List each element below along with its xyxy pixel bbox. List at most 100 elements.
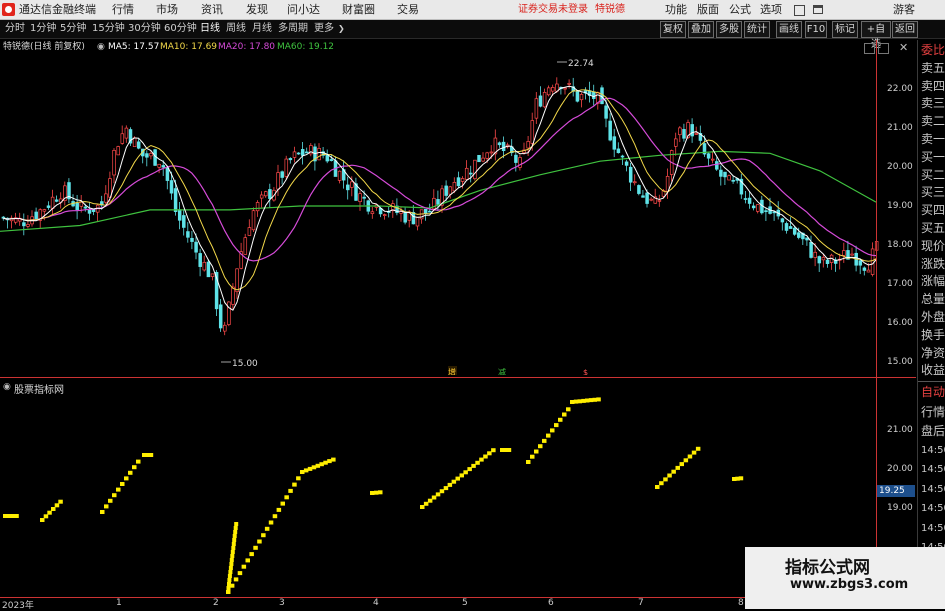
candle-body [75,202,79,211]
tick-time: 14:50 [921,444,945,456]
indicator-bar [292,482,297,487]
menu-jiaoyi[interactable]: 交易 [397,3,419,16]
indicator-bar [663,477,668,482]
candle-body [157,163,161,168]
candle-body [276,172,280,190]
biaoji-button[interactable]: 标记 [832,21,858,38]
period-15min[interactable]: 15分钟 [92,23,125,35]
price-tick: 20.00 [887,162,913,172]
candle-body [809,241,813,258]
period-weekly[interactable]: 周线 [226,23,246,35]
menu-xuanxiang[interactable]: 选项 [760,3,782,16]
period-1min[interactable]: 1分钟 [30,23,56,35]
quote-field-label: 买五 [921,221,945,235]
huaxian-button[interactable]: 画线 [776,21,802,38]
period-more[interactable]: 更多 [314,23,334,35]
quote-field-label: 涨跌 [921,256,945,271]
quote-field-label: 换手 [921,327,945,342]
candle-body [255,202,260,212]
period-30min[interactable]: 30分钟 [128,23,161,35]
candle-body [251,210,256,231]
quote-mode-label[interactable]: 自动 [921,384,945,400]
indicator-bar [276,507,282,512]
indicator-bar [562,412,567,417]
price-tick: 18.00 [887,240,913,250]
diejia-button[interactable]: 叠加 [688,21,714,38]
indicator-bar [233,526,238,530]
f10-button[interactable]: F10 [805,21,827,38]
period-toolbar: 分时 1分钟 5分钟 15分钟 30分钟 60分钟 日线 周线 月线 多周期 更… [0,20,945,50]
candle-body [620,155,625,158]
candle-body [223,324,227,332]
trade-login-notice[interactable]: 证券交易未登录 [518,3,588,16]
settings-dot-icon[interactable]: ◉ [97,42,105,53]
back-button[interactable]: 返回 [892,21,918,38]
candle-body [526,141,530,149]
candle-body [452,182,457,192]
more-chevron-icon[interactable]: ❯ [338,23,345,35]
candle-body [690,124,694,137]
quote-field-label: 买三 [921,185,945,200]
candle-body [751,205,756,209]
time-tick: 2023年 [2,601,34,611]
candlestick-chart[interactable]: 22.74 15.00 增 减 $ [0,55,916,375]
period-daily[interactable]: 日线 [200,23,220,35]
menu-gongneng[interactable]: 功能 [665,3,687,16]
dividend-marker: $ [583,368,588,375]
candles-group [1,77,879,336]
add-watchlist-button[interactable]: +自选 [861,21,891,50]
candle-body [575,91,580,102]
candle-body [456,177,461,187]
indicator-bar [307,466,313,471]
menu-zixun[interactable]: 资讯 [201,3,223,16]
candle-body [411,212,416,225]
pane-divider[interactable] [0,377,916,378]
window-screen-icon[interactable] [813,5,823,14]
guest-label[interactable]: 游客 [893,3,915,16]
indicator-bar [487,451,492,456]
ma20-line [3,97,877,262]
candle-body [169,180,174,194]
tongji-button[interactable]: 统计 [744,21,770,38]
indicator-bar [47,510,52,515]
indicator-bar [231,546,236,550]
period-multi[interactable]: 多周期 [278,23,308,35]
candle-body [534,98,539,119]
indicator-bar [566,407,571,412]
candle-body [149,153,153,157]
indicator-bar [228,566,233,570]
low-price-label: 15.00 [232,359,258,369]
menu-banmian[interactable]: 版面 [697,3,719,16]
time-tick: 3 [279,598,285,608]
candle-body [448,186,453,195]
menu-caifuquan[interactable]: 财富圈 [342,3,375,16]
price-tick: 21.00 [887,123,913,133]
period-monthly[interactable]: 月线 [252,23,272,35]
period-fenshi[interactable]: 分时 [5,23,25,35]
indicator-bar [296,476,301,481]
quote-mode-label[interactable]: 行情 [921,404,945,420]
indicator-bar [467,467,472,472]
menu-faxian[interactable]: 发现 [246,3,268,16]
tick-time: 14:50 [921,464,945,475]
period-60min[interactable]: 60分钟 [164,23,197,35]
candle-body [288,158,293,161]
menu-gongshi[interactable]: 公式 [729,3,751,16]
indicator-bar [261,533,266,538]
menu-wenxiaoda[interactable]: 问小达 [287,3,320,16]
candle-body [284,158,289,177]
candle-body [264,191,268,197]
candle-body [329,159,334,161]
indicator-bar [683,458,689,463]
time-tick: 7 [638,598,644,608]
fuquan-button[interactable]: 复权 [660,21,686,38]
duogu-button[interactable]: 多股 [716,21,742,38]
menu-hangqing[interactable]: 行情 [112,3,134,16]
quote-mode-label[interactable]: 盘后 [921,423,945,439]
chart-restore-icon[interactable] [864,43,875,54]
menu-shichang[interactable]: 市场 [156,3,178,16]
period-5min[interactable]: 5分钟 [60,23,86,35]
quote-panel-divider [918,381,945,382]
window-restore-icon[interactable] [794,5,805,16]
indicator-bar [554,423,559,428]
